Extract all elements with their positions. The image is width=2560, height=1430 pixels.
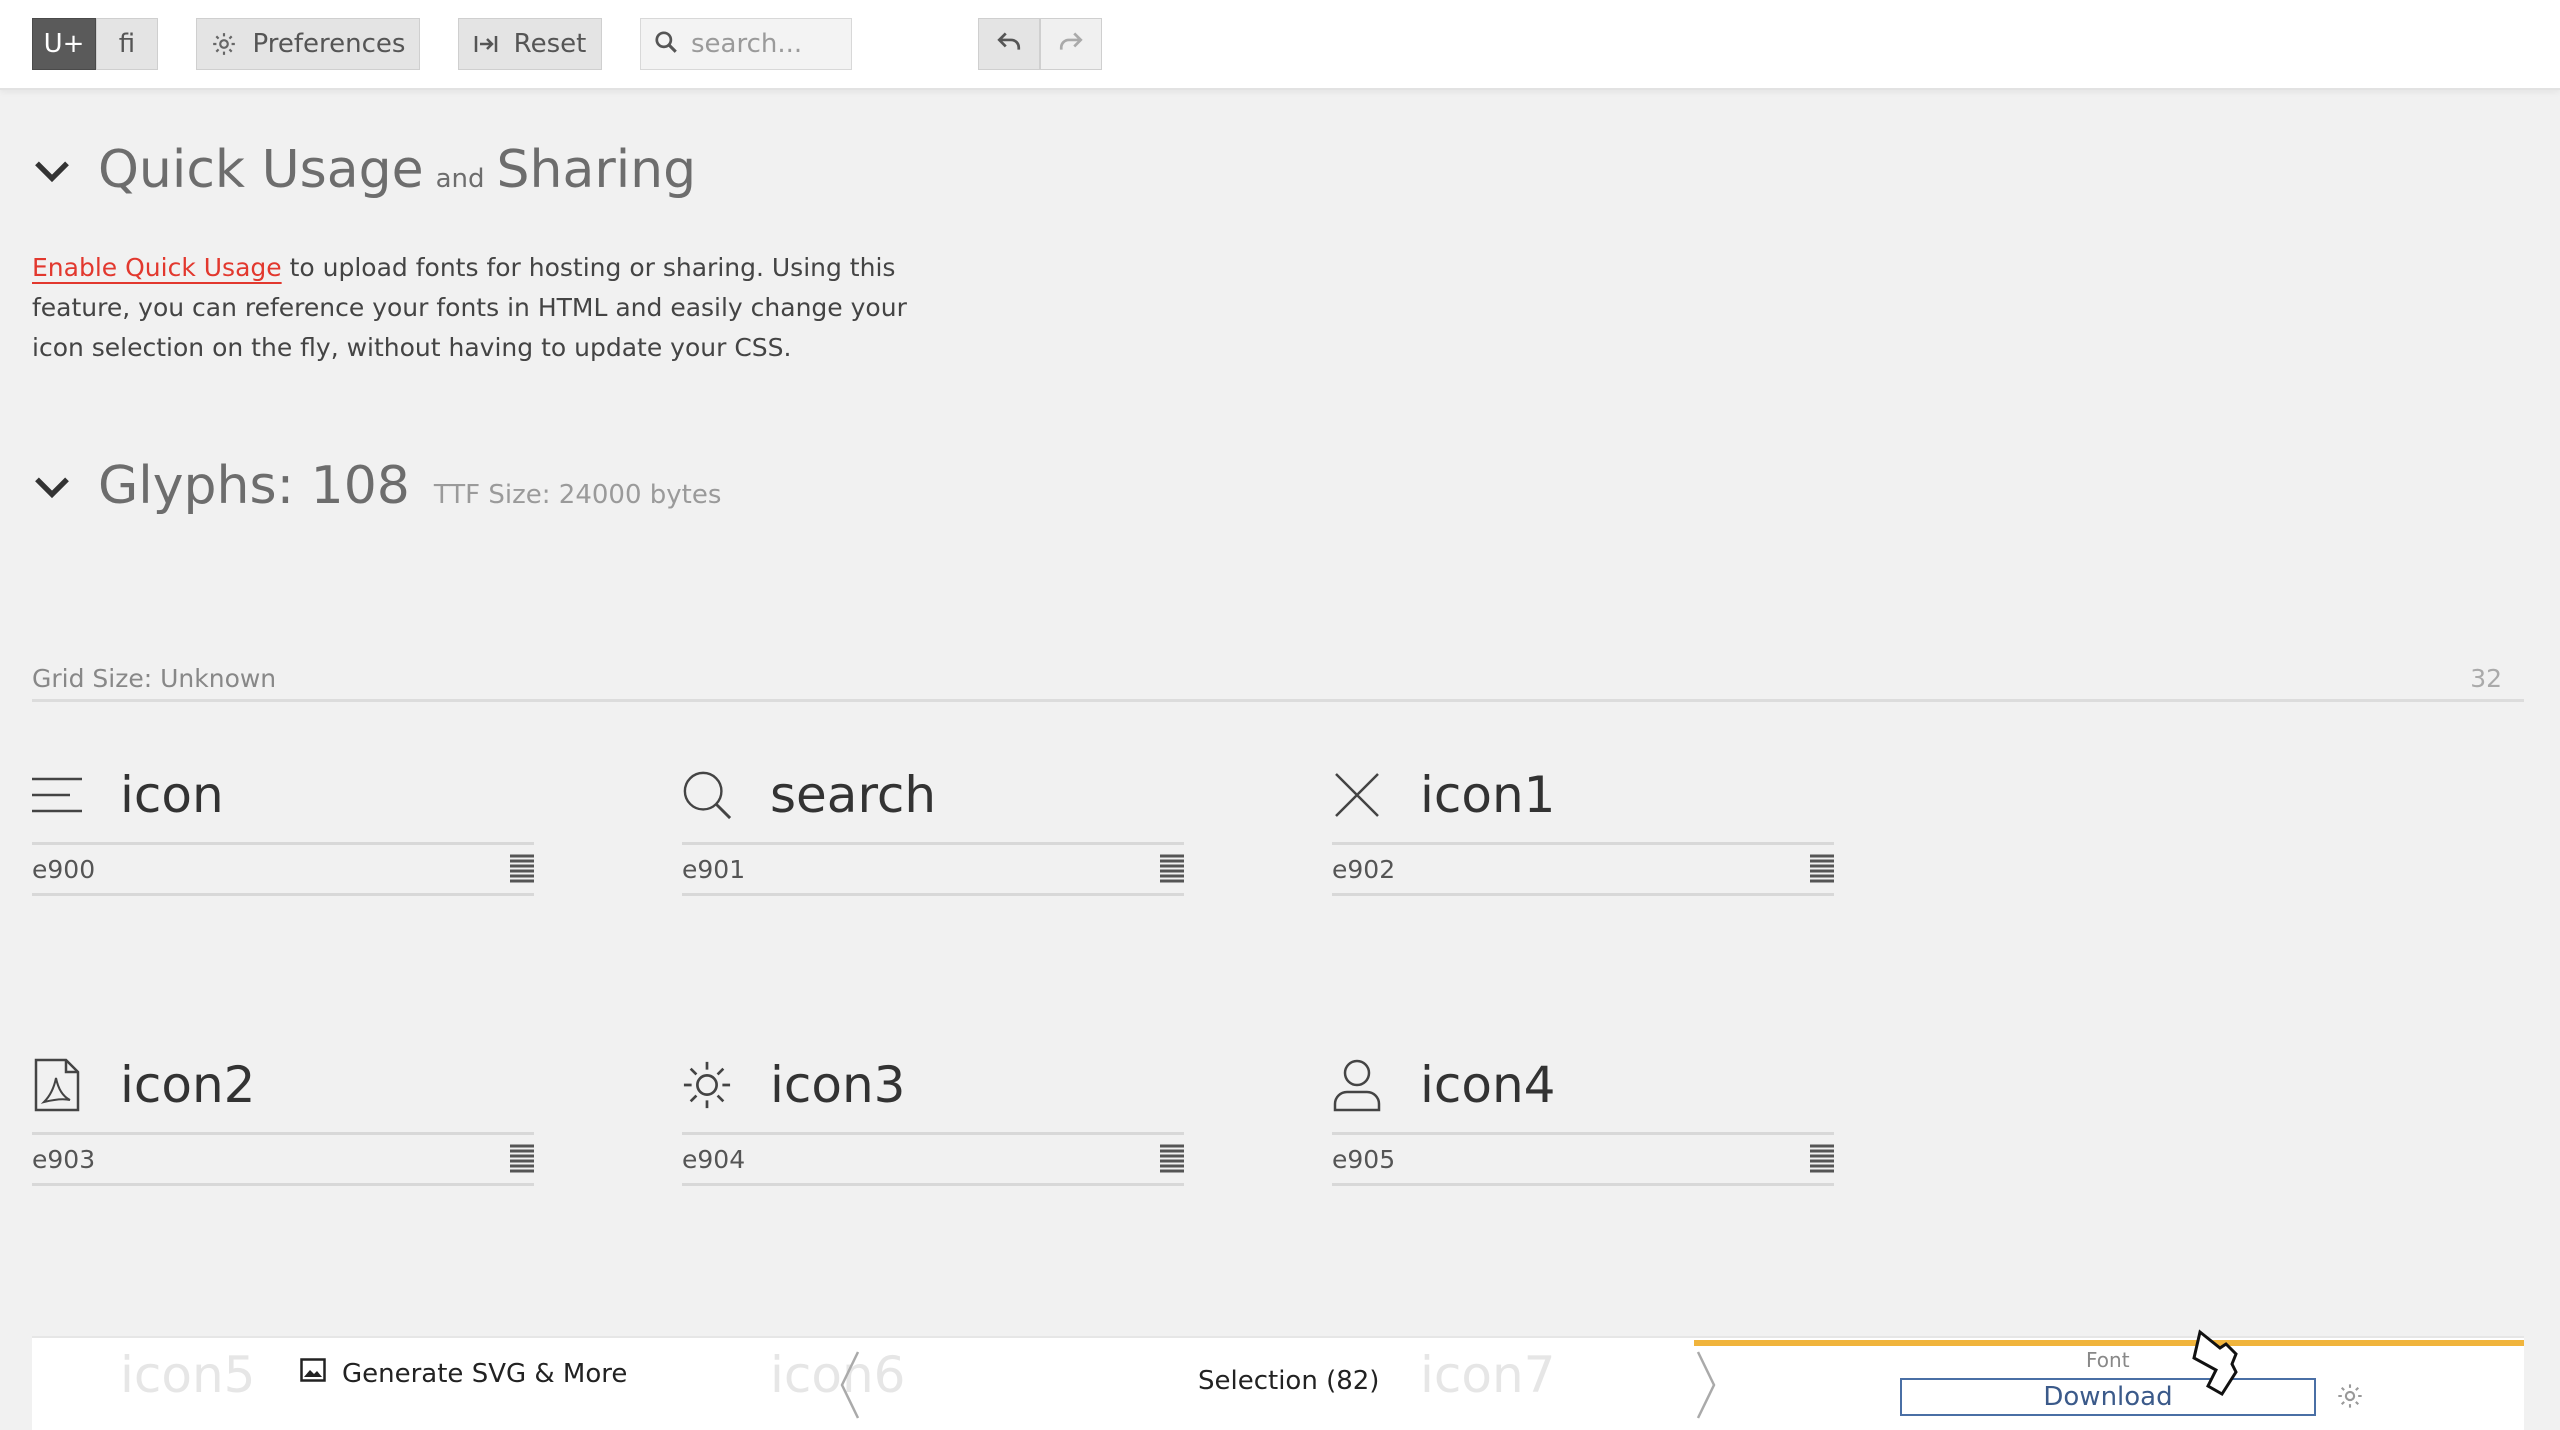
reset-button[interactable]: Reset: [458, 18, 602, 70]
grid-size-label: Grid Size: Unknown: [32, 664, 277, 693]
glyph-name: icon2: [120, 1056, 256, 1114]
glyphs-title: Glyphs: 108: [98, 456, 410, 516]
glyph-name: icon: [120, 766, 224, 824]
quick-usage-title-b: Sharing: [496, 140, 697, 200]
list-icon[interactable]: [1810, 1144, 1834, 1174]
redo-icon: [1058, 29, 1084, 59]
quick-usage-title-and: and: [435, 164, 485, 194]
glyph-code[interactable]: e900: [32, 855, 95, 884]
hand-cursor-icon: [2186, 1328, 2242, 1402]
glyph-name: icon4: [1420, 1056, 1556, 1114]
search-box[interactable]: [640, 18, 852, 70]
glyph-card[interactable]: icon3 e904: [682, 1050, 1184, 1186]
generate-svg-button[interactable]: Generate SVG & More: [300, 1358, 627, 1389]
undo-icon: [996, 29, 1022, 59]
toolbar: U+ ﬁ Preferences Reset: [0, 0, 2560, 90]
glyph-name: icon3: [770, 1056, 906, 1114]
user-icon: [1332, 1059, 1382, 1112]
search-icon: [653, 29, 679, 59]
search-input[interactable]: [691, 29, 851, 59]
glyph-card[interactable]: icon1 e902: [1332, 760, 1834, 896]
enable-quick-usage-link[interactable]: Enable Quick Usage: [32, 253, 282, 282]
quick-usage-description: Enable Quick Usage to upload fonts for h…: [32, 248, 912, 368]
font-label: Font: [2086, 1348, 2130, 1372]
glyph-code[interactable]: e902: [1332, 855, 1395, 884]
list-icon[interactable]: [1160, 1144, 1184, 1174]
pdf-file-icon: [32, 1058, 82, 1112]
quick-usage-title-a: Quick Usage: [98, 140, 424, 200]
glyph-name: icon1: [1420, 766, 1556, 824]
quick-usage-header[interactable]: Quick Usage and Sharing: [32, 140, 696, 200]
glyphs-header[interactable]: Glyphs: 108 TTF Size: 24000 bytes: [32, 456, 721, 516]
close-icon: [1332, 770, 1382, 820]
ligature-label: ﬁ: [118, 29, 136, 59]
reset-icon: [474, 34, 498, 54]
image-icon: [300, 1358, 326, 1389]
menu-icon: [32, 770, 82, 820]
chevron-down-icon[interactable]: [32, 466, 72, 506]
glyph-card[interactable]: search e901: [682, 760, 1184, 896]
gear-icon: [211, 31, 237, 57]
generate-svg-label: Generate SVG & More: [342, 1358, 628, 1389]
list-icon[interactable]: [510, 854, 534, 884]
chevron-down-icon[interactable]: [32, 150, 72, 190]
gear-icon[interactable]: [2336, 1382, 2364, 1414]
chevron-left-icon[interactable]: [838, 1350, 862, 1420]
glyph-card[interactable]: icon e900: [32, 760, 534, 896]
grid-size-bar[interactable]: Grid Size: Unknown 32: [32, 664, 2524, 702]
list-icon[interactable]: [1160, 854, 1184, 884]
unicode-toggle-button[interactable]: U+: [32, 18, 96, 70]
glyph-code[interactable]: e905: [1332, 1145, 1395, 1174]
list-icon[interactable]: [1810, 854, 1834, 884]
glyph-name-partial: icon7: [1420, 1346, 1556, 1404]
download-button[interactable]: Download: [1900, 1378, 2316, 1416]
reset-label: Reset: [513, 29, 587, 59]
list-icon[interactable]: [510, 1144, 534, 1174]
redo-button[interactable]: [1040, 18, 1102, 70]
ttf-size: TTF Size: 24000 bytes: [433, 480, 722, 510]
download-label: Download: [2043, 1382, 2173, 1412]
undo-button[interactable]: [978, 18, 1040, 70]
ligature-toggle-button[interactable]: ﬁ: [96, 18, 158, 70]
glyph-name-partial: icon5: [120, 1346, 256, 1404]
selection-count[interactable]: Selection (82): [1198, 1366, 1379, 1396]
glyph-code[interactable]: e903: [32, 1145, 95, 1174]
preferences-label: Preferences: [252, 29, 406, 59]
glyph-name: search: [770, 766, 937, 824]
sun-icon: [682, 1060, 732, 1110]
preferences-button[interactable]: Preferences: [196, 18, 420, 70]
glyph-code[interactable]: e904: [682, 1145, 745, 1174]
unicode-label: U+: [43, 29, 85, 59]
grid-size-number: 32: [2470, 664, 2502, 693]
search-icon: [682, 770, 732, 820]
glyph-card[interactable]: icon2 e903: [32, 1050, 534, 1186]
glyph-code[interactable]: e901: [682, 855, 745, 884]
glyph-card[interactable]: icon4 e905: [1332, 1050, 1834, 1186]
